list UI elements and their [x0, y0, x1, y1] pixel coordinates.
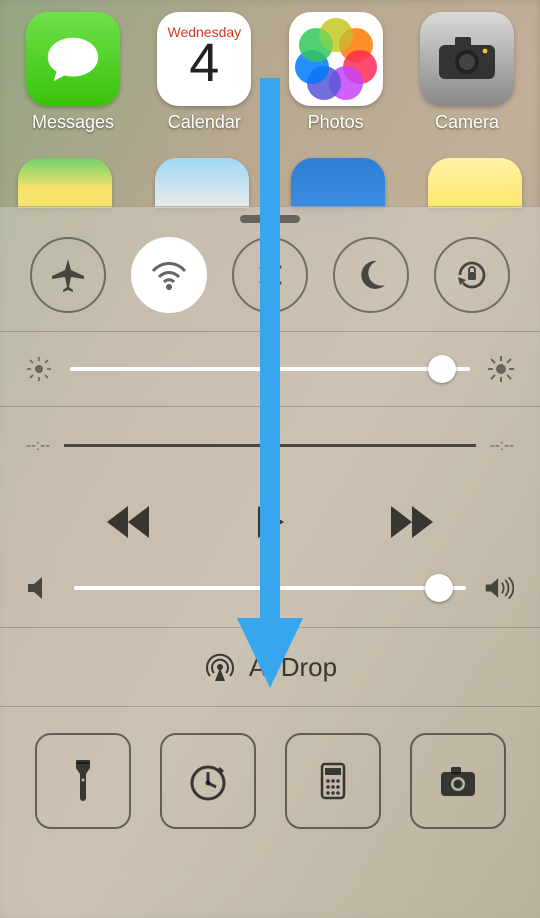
volume-track[interactable] — [74, 586, 466, 590]
camera-quick-icon — [435, 758, 481, 804]
wifi-toggle[interactable] — [131, 237, 207, 313]
app-peek[interactable] — [291, 158, 385, 208]
moon-icon — [351, 255, 391, 295]
rewind-icon — [107, 506, 149, 538]
previous-track-button[interactable] — [107, 506, 149, 543]
brightness-high-icon — [488, 356, 514, 382]
elapsed-time: --:-- — [26, 437, 50, 454]
airplane-mode-toggle[interactable] — [30, 237, 106, 313]
flashlight-button[interactable] — [35, 733, 131, 829]
app-peek[interactable] — [155, 158, 249, 208]
timer-icon — [185, 758, 231, 804]
app-messages[interactable]: Messages — [18, 12, 128, 133]
panel-grabber[interactable] — [240, 215, 300, 223]
airdrop-button[interactable]: AirDrop — [0, 628, 540, 707]
messages-icon — [26, 12, 120, 106]
brightness-track[interactable] — [70, 367, 470, 371]
do-not-disturb-toggle[interactable] — [333, 237, 409, 313]
app-peek[interactable] — [18, 158, 112, 208]
scrubber-track[interactable] — [64, 444, 476, 447]
brightness-low-icon — [26, 356, 52, 382]
app-label: Camera — [435, 112, 499, 133]
quick-actions-row — [0, 707, 540, 855]
app-calendar[interactable]: Wednesday 4 Calendar — [149, 12, 259, 133]
media-section: --:-- --:-- — [0, 407, 540, 628]
transport-controls — [26, 506, 514, 543]
rotation-lock-icon — [452, 255, 492, 295]
play-button[interactable] — [249, 506, 291, 543]
play-icon — [249, 506, 291, 538]
camera-icon — [420, 12, 514, 106]
control-center-panel: --:-- --:-- AirDrop — [0, 206, 540, 918]
airdrop-icon — [203, 650, 237, 684]
app-photos[interactable]: Photos — [281, 12, 391, 133]
media-scrubber[interactable]: --:-- --:-- — [26, 437, 514, 454]
brightness-slider[interactable] — [26, 356, 514, 382]
toggle-row — [0, 233, 540, 332]
calendar-icon: Wednesday 4 — [157, 12, 251, 106]
remaining-time: --:-- — [490, 437, 514, 454]
app-camera[interactable]: Camera — [412, 12, 522, 133]
wifi-icon — [149, 255, 189, 295]
app-label: Messages — [32, 112, 114, 133]
calculator-icon — [310, 758, 356, 804]
timer-button[interactable] — [160, 733, 256, 829]
forward-icon — [391, 506, 433, 538]
calendar-day: 4 — [189, 36, 219, 90]
airplane-icon — [48, 255, 88, 295]
brightness-section — [0, 332, 540, 407]
home-screen-row: Messages Wednesday 4 Calendar Photos Cam… — [0, 0, 540, 133]
photos-icon — [289, 12, 383, 106]
volume-slider[interactable] — [26, 575, 514, 601]
volume-thumb[interactable] — [425, 574, 453, 602]
app-label: Calendar — [168, 112, 241, 133]
flashlight-icon — [60, 758, 106, 804]
rotation-lock-toggle[interactable] — [434, 237, 510, 313]
calculator-button[interactable] — [285, 733, 381, 829]
app-peek[interactable] — [428, 158, 522, 208]
camera-button[interactable] — [410, 733, 506, 829]
next-track-button[interactable] — [391, 506, 433, 543]
bluetooth-icon — [250, 255, 290, 295]
brightness-thumb[interactable] — [428, 355, 456, 383]
home-screen-row-2 — [0, 158, 540, 208]
volume-high-icon — [484, 575, 514, 601]
app-label: Photos — [308, 112, 364, 133]
airdrop-label: AirDrop — [249, 652, 337, 683]
volume-low-icon — [26, 575, 56, 601]
bluetooth-toggle[interactable] — [232, 237, 308, 313]
